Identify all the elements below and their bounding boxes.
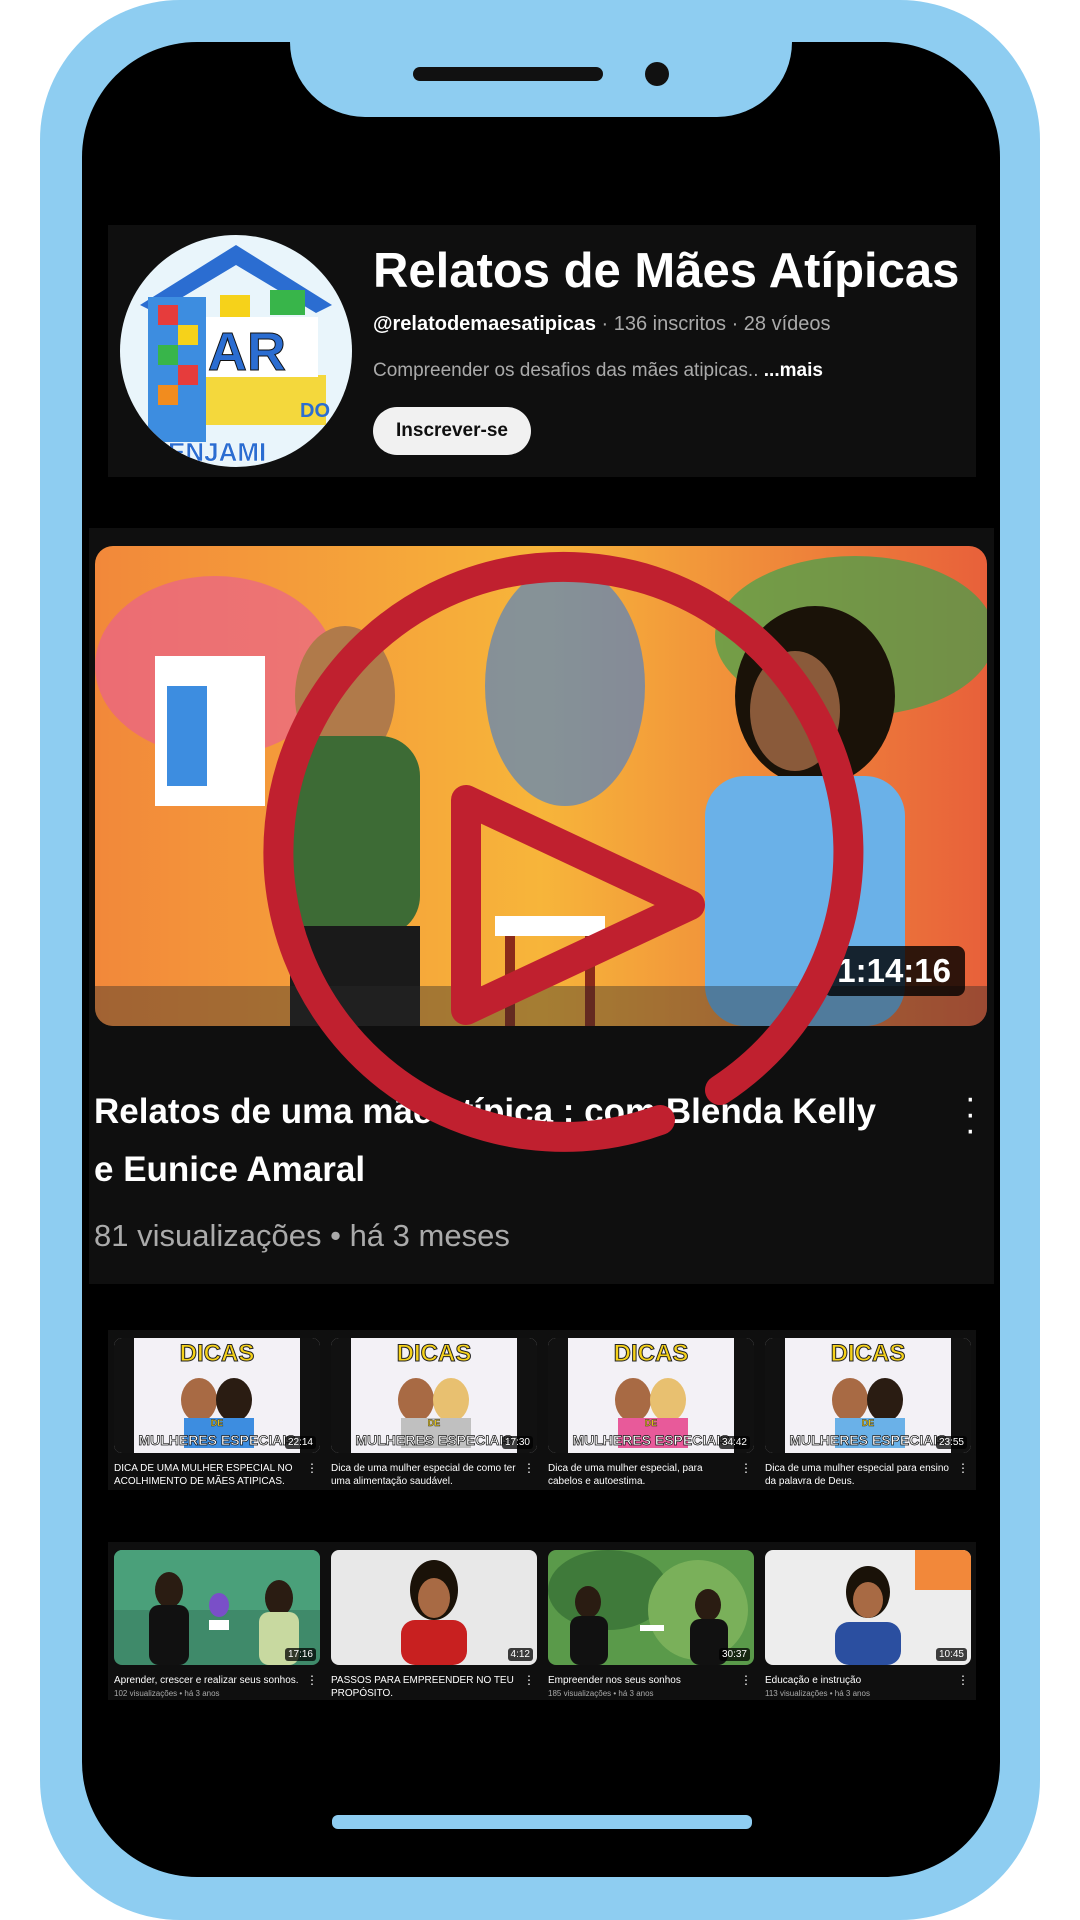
more-vert-icon[interactable]: ⋮	[523, 1461, 535, 1475]
thumb-text-top: DICAS	[396, 1340, 472, 1368]
video-title[interactable]: DICA DE UMA MULHER ESPECIAL NO ACOLHIMEN…	[114, 1462, 304, 1488]
more-vert-icon[interactable]: ⋮	[957, 1461, 969, 1475]
svg-text:DO: DO	[300, 400, 330, 422]
video-title[interactable]: Educação e instrução	[765, 1674, 955, 1687]
stats-separator: •	[321, 1218, 350, 1253]
thumb-text-de: DE	[427, 1418, 441, 1428]
speaker-grille	[413, 67, 603, 81]
video-duration: 22:14	[284, 1436, 316, 1449]
video-row-recent: 17:16 Aprender, crescer e realizar seus …	[108, 1542, 976, 1700]
video-duration: 10:45	[935, 1648, 967, 1661]
video-tile[interactable]: DICAS DE MULHERES ESPECIAIS 22:14 DICA D…	[114, 1338, 320, 1488]
video-duration: 4:12	[507, 1648, 533, 1661]
thumb-text-de: DE	[861, 1418, 875, 1428]
video-title[interactable]: Dica de uma mulher especial para ensino …	[765, 1462, 955, 1488]
video-tile[interactable]: 10:45 Educação e instrução 113 visualiza…	[765, 1550, 971, 1698]
upload-age: há 3 meses	[349, 1218, 510, 1253]
meta-separator: ·	[726, 313, 744, 335]
video-thumbnail[interactable]: DICAS DE MULHERES ESPECIAIS 22:14	[114, 1338, 320, 1453]
video-meta: 185 visualizações • há 3 anos	[548, 1689, 654, 1698]
channel-header: AR DO ENJAMI Relatos de Mães Atípicas @r…	[108, 225, 976, 477]
thumb-text-de: DE	[644, 1418, 658, 1428]
channel-meta: @relatodemaesatipicas · 136 inscritos · …	[373, 313, 831, 336]
description-text: Compreender os desafios das mães atipica…	[373, 360, 764, 381]
video-duration: 30:37	[718, 1648, 750, 1661]
video-duration: 17:30	[501, 1436, 533, 1449]
avatar-logo-image: AR DO ENJAMI	[140, 245, 332, 467]
featured-video[interactable]: 1:14:16 Relatos de uma mãe atípica : com…	[89, 528, 994, 1284]
phone-notch	[290, 42, 792, 117]
video-tile[interactable]: 30:37 Empreender nos seus sonhos 185 vis…	[548, 1550, 754, 1698]
video-tile[interactable]: DICAS DE MULHERES ESPECIAIS 23:55 Dica d…	[765, 1338, 971, 1488]
thumb-text-top: DICAS	[830, 1340, 906, 1368]
subscriber-count: 136 inscritos	[613, 313, 727, 335]
video-meta: 102 visualizações • há 3 anos	[114, 1689, 220, 1698]
meta-separator: ·	[595, 313, 614, 335]
video-title[interactable]: Aprender, crescer e realizar seus sonhos…	[114, 1674, 304, 1687]
featured-title[interactable]: Relatos de uma mãe atípica : com Blenda …	[94, 1083, 894, 1199]
channel-avatar[interactable]: AR DO ENJAMI	[120, 235, 352, 467]
video-duration: 17:16	[284, 1648, 316, 1661]
video-row-dicas: DICAS DE MULHERES ESPECIAIS 22:14 DICA D…	[108, 1330, 976, 1490]
video-duration: 23:55	[935, 1436, 967, 1449]
video-thumbnail[interactable]: DICAS DE MULHERES ESPECIAIS 23:55	[765, 1338, 971, 1453]
more-vert-icon[interactable]: ⋮	[306, 1461, 318, 1475]
video-tile[interactable]: 4:12 PASSOS PARA EMPREENDER NO TEU PROPÓ…	[331, 1550, 537, 1702]
video-tile[interactable]: DICAS DE MULHERES ESPECIAIS 17:30 Dica d…	[331, 1338, 537, 1488]
video-thumbnail[interactable]: 30:37	[548, 1550, 754, 1665]
more-vert-icon[interactable]: ⋮	[740, 1673, 752, 1687]
home-indicator	[332, 1815, 752, 1829]
channel-title: Relatos de Mães Atípicas	[373, 244, 960, 298]
more-link[interactable]: ...mais	[764, 360, 823, 381]
svg-text:AR: AR	[208, 322, 286, 382]
video-count: 28 vídeos	[743, 313, 831, 335]
more-vert-icon[interactable]: ⋮	[306, 1673, 318, 1687]
front-camera	[645, 62, 669, 86]
featured-stats: 81 visualizações • há 3 meses	[94, 1218, 510, 1254]
video-title[interactable]: Dica de uma mulher especial, para cabelo…	[548, 1462, 738, 1488]
featured-duration: 1:14:16	[823, 946, 965, 996]
thumb-text-top: DICAS	[179, 1340, 255, 1368]
video-thumbnail[interactable]: 17:16	[114, 1550, 320, 1665]
channel-description[interactable]: Compreender os desafios das mães atipica…	[373, 360, 823, 382]
more-vert-icon[interactable]: ⋮	[740, 1461, 752, 1475]
thumb-text-de: DE	[210, 1418, 224, 1428]
thumb-text-top: DICAS	[613, 1340, 689, 1368]
svg-text:ENJAMI: ENJAMI	[168, 437, 266, 467]
video-title[interactable]: PASSOS PARA EMPREENDER NO TEU PROPÓSITO.	[331, 1674, 521, 1700]
more-vert-icon[interactable]: ⋮	[523, 1673, 535, 1687]
subscribe-button[interactable]: Inscrever-se	[373, 407, 531, 455]
thumbnail-image	[331, 1550, 537, 1665]
video-thumbnail[interactable]: DICAS DE MULHERES ESPECIAIS 34:42	[548, 1338, 754, 1453]
view-count: 81 visualizações	[94, 1218, 322, 1253]
video-thumbnail[interactable]: 4:12	[331, 1550, 537, 1665]
video-thumbnail[interactable]: DICAS DE MULHERES ESPECIAIS 17:30	[331, 1338, 537, 1453]
more-vert-icon[interactable]: · · ·	[965, 1081, 976, 1147]
video-meta: 113 visualizações • há 3 anos	[765, 1689, 870, 1698]
video-tile[interactable]: 17:16 Aprender, crescer e realizar seus …	[114, 1550, 320, 1698]
video-title[interactable]: Dica de uma mulher especial de como ter …	[331, 1462, 521, 1488]
featured-thumbnail[interactable]: 1:14:16	[95, 546, 987, 1026]
video-tile[interactable]: DICAS DE MULHERES ESPECIAIS 34:42 Dica d…	[548, 1338, 754, 1488]
video-thumbnail[interactable]: 10:45	[765, 1550, 971, 1665]
more-vert-icon[interactable]: ⋮	[957, 1673, 969, 1687]
channel-handle[interactable]: @relatodemaesatipicas	[373, 313, 596, 335]
video-duration: 34:42	[718, 1436, 750, 1449]
video-title[interactable]: Empreender nos seus sonhos	[548, 1674, 738, 1687]
